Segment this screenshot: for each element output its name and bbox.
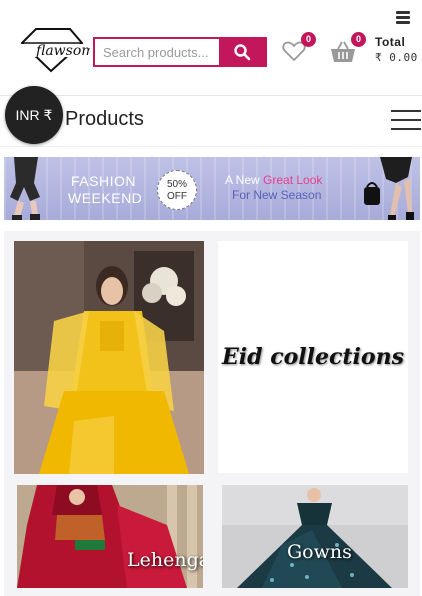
collection-image-gowns <box>222 485 408 588</box>
collection-card-eid[interactable]: Eid collections <box>218 241 408 473</box>
cart-total-label: Total <box>375 35 406 49</box>
discount-badge: 50% OFF <box>157 170 197 210</box>
banner-tagline: A New Great Look <box>225 173 323 187</box>
banner-title-line1: FASHION <box>71 173 136 189</box>
eid-collection-title: Eid collections <box>222 344 404 370</box>
hamburger-menu-icon[interactable] <box>391 110 421 132</box>
banner-title-line2: WEEKEND <box>68 190 143 206</box>
page-title: Products <box>65 108 144 130</box>
collection-card-lehenga[interactable]: Lehenga <box>17 485 203 588</box>
category-nav-bar <box>0 97 422 147</box>
lehenga-caption: Lehenga <box>127 549 203 571</box>
collection-card-yellow-suit[interactable] <box>14 241 204 474</box>
banner-tagline-line2: For New Season <box>232 188 322 202</box>
site-logo[interactable]: flawsome <box>12 27 103 73</box>
collection-image-yellow-suit <box>14 241 204 474</box>
collection-card-gowns[interactable]: Gowns <box>222 485 408 588</box>
top-menu-icon[interactable] <box>396 11 410 25</box>
banner-model-left-image <box>10 157 40 220</box>
gowns-caption: Gowns <box>287 541 352 563</box>
banner-model-right-image <box>364 157 414 220</box>
collection-image-lehenga <box>17 485 203 588</box>
promo-banner[interactable]: FASHION WEEKEND 50% OFF A New Great Look… <box>4 157 420 220</box>
search-input[interactable] <box>95 39 219 65</box>
search-icon <box>234 44 251 61</box>
discount-percent: 50% <box>166 179 187 190</box>
page: flawsome 0 <box>0 0 422 596</box>
site-header: flawsome 0 <box>0 0 422 96</box>
search-button[interactable] <box>219 39 265 65</box>
wishlist-count-badge: 0 <box>301 32 316 47</box>
currency-selector[interactable]: INR ₹ <box>5 86 63 144</box>
cart-total-amount: ₹ 0.00 <box>375 51 418 64</box>
search-bar <box>93 37 267 67</box>
discount-off: OFF <box>167 191 187 202</box>
logo-wordmark: flawsome <box>35 43 90 59</box>
cart-count-badge: 0 <box>351 32 366 47</box>
